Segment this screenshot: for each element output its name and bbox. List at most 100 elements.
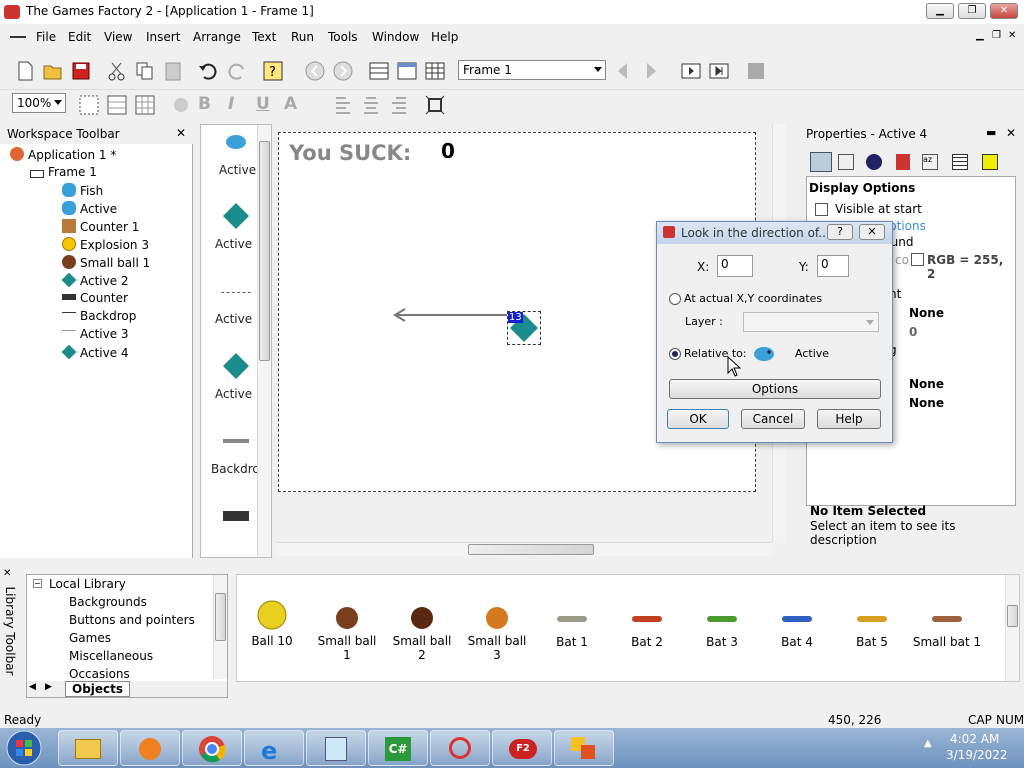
menu-insert[interactable]: Insert — [146, 30, 180, 44]
radio-actual-coordinates[interactable] — [669, 293, 681, 305]
mdi-minimize-icon[interactable]: ▁ — [976, 30, 984, 41]
selected-object[interactable]: 13 — [507, 311, 541, 345]
close-button[interactable]: ✕ — [990, 3, 1018, 19]
tree-node-counter[interactable]: Counter — [62, 291, 128, 305]
library-item[interactable]: Bat 1 — [537, 613, 607, 649]
backdrop-icon[interactable] — [223, 439, 249, 443]
library-item[interactable]: Bat 4 — [762, 613, 832, 649]
snipping-tool-taskbar-button[interactable] — [430, 730, 490, 766]
media-player-taskbar-button[interactable] — [120, 730, 180, 766]
grid-icon[interactable] — [78, 94, 100, 116]
tab-events-icon[interactable]: az — [922, 154, 938, 170]
tab-help-icon[interactable] — [982, 154, 998, 170]
prop-value[interactable]: 0 — [909, 325, 917, 339]
games-factory-taskbar-button[interactable]: F2 — [492, 730, 552, 766]
close-icon[interactable]: ✕ — [176, 126, 186, 140]
options-button[interactable]: Options — [669, 379, 881, 399]
menu-run[interactable]: Run — [291, 30, 314, 44]
storyboard-editor-icon[interactable] — [368, 60, 390, 82]
start-button[interactable] — [4, 729, 44, 767]
prev-frame-icon[interactable] — [612, 60, 634, 82]
underline-icon[interactable]: U — [256, 94, 278, 116]
align-right-icon[interactable] — [388, 94, 410, 116]
tree-node-active-2[interactable]: Active 2 — [61, 272, 129, 288]
diamond-icon[interactable] — [221, 201, 251, 231]
frame-select[interactable]: Frame 1 — [458, 60, 606, 80]
cancel-button[interactable]: Cancel — [741, 409, 805, 429]
tree-node-backdrop[interactable]: Backdrop — [62, 309, 136, 323]
counter-icon[interactable] — [223, 511, 249, 521]
tree-node-active-4[interactable]: Active 4 — [61, 344, 129, 360]
pin-icon[interactable]: ▬ — [986, 126, 996, 139]
dialog-close-button[interactable]: ✕ — [859, 224, 885, 240]
clock-date[interactable]: 3/19/2022 — [946, 748, 1008, 762]
library-folder[interactable]: Occasions — [69, 667, 130, 681]
tab-values-icon[interactable] — [896, 154, 910, 170]
layer-select[interactable] — [743, 312, 879, 332]
library-item[interactable]: Bat 5 — [837, 613, 907, 649]
zoom-select[interactable]: 100% — [12, 93, 66, 113]
scroll-thumb[interactable] — [468, 544, 594, 555]
library-root[interactable]: Local Library — [49, 577, 126, 591]
tab-about-icon[interactable] — [952, 154, 968, 170]
tree-node-fish[interactable]: Fish — [62, 183, 103, 198]
menu-window[interactable]: Window — [372, 30, 419, 44]
new-icon[interactable] — [14, 60, 36, 82]
explorer-taskbar-button[interactable] — [58, 730, 118, 766]
tree-node-active[interactable]: Active — [62, 201, 117, 216]
fish-icon[interactable] — [751, 342, 777, 366]
help-button[interactable]: Help — [817, 409, 881, 429]
run-application-icon[interactable] — [680, 60, 702, 82]
tab-objects[interactable]: Objects — [65, 681, 131, 697]
tree-node-frame[interactable]: Frame 1 — [30, 165, 97, 179]
tab-display-icon[interactable] — [810, 152, 832, 172]
mdi-icon[interactable] — [10, 32, 26, 38]
tab-size-icon[interactable] — [838, 154, 854, 170]
csharp-taskbar-button[interactable]: C# — [368, 730, 428, 766]
paint-taskbar-button[interactable] — [554, 730, 614, 766]
prop-value[interactable]: None — [909, 306, 944, 320]
menu-arrange[interactable]: Arrange — [193, 30, 241, 44]
paste-icon[interactable] — [162, 60, 184, 82]
open-icon[interactable] — [42, 60, 64, 82]
y-input[interactable]: 0 — [817, 255, 849, 277]
grid-setup-icon[interactable] — [134, 94, 156, 116]
menu-help[interactable]: Help — [431, 30, 458, 44]
chevron-left-icon[interactable]: ◀ — [29, 682, 36, 692]
object-bar-scrollbar[interactable] — [257, 125, 271, 557]
undo-icon[interactable] — [197, 60, 219, 82]
library-folder[interactable]: Backgrounds — [69, 595, 147, 609]
snap-icon[interactable] — [106, 94, 128, 116]
library-item[interactable]: Small ball 2 — [387, 605, 457, 662]
save-icon[interactable] — [70, 60, 92, 82]
line-icon[interactable] — [221, 292, 251, 293]
next-frame-icon[interactable] — [640, 60, 662, 82]
help-icon[interactable]: ? — [262, 60, 284, 82]
visible-checkbox[interactable] — [815, 203, 828, 216]
maximize-button[interactable]: ❐ — [958, 3, 986, 19]
run-frame-icon[interactable] — [708, 60, 730, 82]
library-item[interactable]: Small bat 1 — [912, 613, 982, 649]
font-settings-icon[interactable] — [170, 94, 192, 116]
text-color-icon[interactable]: A — [284, 94, 306, 116]
crop-icon[interactable] — [424, 94, 446, 116]
library-items-scrollbar[interactable] — [1005, 575, 1019, 681]
prop-value[interactable]: None — [909, 377, 944, 391]
x-input[interactable]: 0 — [717, 255, 753, 277]
ok-button[interactable]: OK — [667, 409, 729, 429]
copy-icon[interactable] — [134, 60, 156, 82]
library-folder[interactable]: Miscellaneous — [69, 649, 153, 663]
prop-value[interactable]: None — [909, 396, 944, 410]
library-item[interactable]: Small ball 1 — [312, 605, 382, 662]
fish-icon[interactable] — [223, 129, 249, 155]
align-left-icon[interactable] — [332, 94, 354, 116]
scroll-thumb[interactable] — [259, 141, 270, 361]
tray-arrow-icon[interactable]: ▲ — [924, 738, 932, 749]
library-item[interactable]: Bat 3 — [687, 613, 757, 649]
redo-icon[interactable] — [226, 60, 248, 82]
chrome-taskbar-button[interactable] — [182, 730, 242, 766]
library-item[interactable]: Small ball 3 — [462, 605, 532, 662]
mdi-close-icon[interactable]: ✕ — [1008, 30, 1016, 41]
close-icon[interactable]: ✕ — [1006, 126, 1016, 140]
minimize-button[interactable]: ▁ — [926, 3, 954, 19]
